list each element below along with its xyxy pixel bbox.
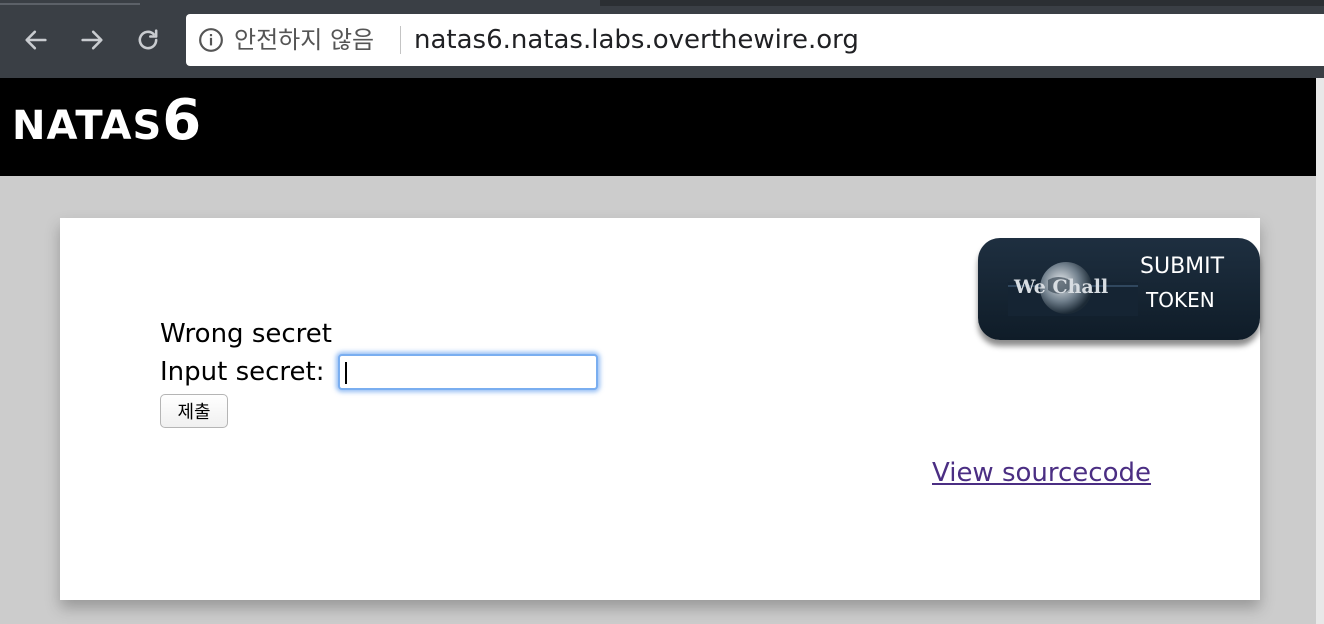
info-icon[interactable] (198, 27, 224, 53)
tab-strip (0, 0, 1324, 6)
view-sourcecode-link[interactable]: View sourcecode (932, 458, 1151, 488)
page-title-word: NATAS (12, 103, 163, 149)
page-title-number: 6 (162, 88, 202, 153)
url-text[interactable]: natas6.natas.labs.overthewire.org (414, 24, 859, 56)
site-banner: NATAS6 (0, 78, 1316, 176)
submit-button[interactable]: 제출 (160, 394, 228, 428)
result-message: Wrong secret (160, 319, 332, 349)
address-bar[interactable]: 안전하지 않음 natas6.natas.labs.overthewire.or… (186, 14, 1324, 66)
wechall-logo-text: We Chall (1014, 276, 1109, 298)
arrow-right-icon (81, 30, 103, 50)
submit-token-label-line1: SUBMIT (1140, 254, 1225, 279)
content-panel: We Chall SUBMIT TOKEN Wrong secret Input… (60, 218, 1260, 600)
arrow-left-icon (25, 30, 47, 50)
wechall-submit-token-button[interactable]: We Chall SUBMIT TOKEN (978, 238, 1260, 340)
forward-button[interactable] (74, 22, 110, 58)
text-caret (345, 362, 347, 384)
security-status-label[interactable]: 안전하지 않음 (234, 24, 374, 56)
scrollbar[interactable] (1316, 78, 1324, 624)
page-body: NATAS6 We Chall SUBMIT TOKEN Wrong secre… (0, 78, 1324, 624)
secret-input-label: Input secret: (160, 357, 325, 387)
address-separator (400, 26, 401, 54)
reload-button[interactable] (130, 22, 166, 58)
secret-input[interactable] (338, 354, 598, 390)
page-title: NATAS6 (12, 88, 201, 153)
tab-indicator (0, 3, 140, 5)
back-button[interactable] (18, 22, 54, 58)
reload-icon (138, 29, 158, 50)
submit-token-label-line2: TOKEN (1146, 288, 1215, 312)
browser-toolbar: 안전하지 않음 natas6.natas.labs.overthewire.or… (0, 0, 1324, 78)
